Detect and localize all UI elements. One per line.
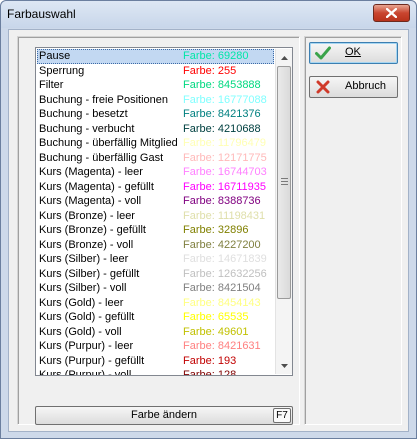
- title-bar[interactable]: Farbauswahl: [1, 1, 416, 28]
- scroll-down-button[interactable]: [276, 357, 292, 374]
- checkmark-icon: [315, 46, 331, 60]
- color-list-item[interactable]: Kurs (Bronze) - gefüllt Farbe: 32896: [37, 223, 274, 238]
- color-item-value: Farbe: 69280: [183, 50, 249, 62]
- color-item-name: Kurs (Bronze) - voll: [39, 238, 134, 251]
- color-item-name: Buchung - überfällig Gast: [39, 151, 164, 164]
- color-list-item[interactable]: Kurs (Silber) - gefüllt Farbe: 12632256: [37, 267, 274, 282]
- color-item-value: Farbe: 65535: [183, 311, 249, 323]
- color-item-value: Farbe: 14671839: [183, 253, 267, 265]
- color-item-value: Farbe: 8421376: [183, 108, 261, 120]
- farbauswahl-dialog: Farbauswahl Pause Farbe: 69280 Sperrung Far…: [0, 0, 417, 439]
- color-item-name: Kurs (Purpur) - voll: [39, 369, 132, 376]
- color-item-value: Farbe: 8454143: [183, 296, 261, 309]
- color-item-name: Kurs (Magenta) - gefüllt: [39, 180, 154, 193]
- color-list-item[interactable]: Buchung - freie Positionen Farbe: 1677708…: [37, 93, 274, 108]
- color-item-value: Farbe: 8421631: [183, 340, 261, 352]
- color-list-panel: Pause Farbe: 69280 Sperrung Farbe: 255 Filte…: [17, 36, 300, 425]
- color-item-name: Kurs (Gold) - gefüllt: [39, 311, 135, 323]
- color-item-name: Kurs (Gold) - leer: [39, 296, 124, 309]
- color-item-name: Kurs (Silber) - gefüllt: [39, 267, 140, 280]
- color-item-name: Kurs (Gold) - voll: [39, 325, 122, 338]
- color-list-item[interactable]: Kurs (Gold) - leer Farbe: 8454143: [37, 296, 274, 311]
- color-item-name: Kurs (Bronze) - gefüllt: [39, 224, 146, 236]
- color-list-item[interactable]: Sperrung Farbe: 255: [37, 64, 274, 79]
- color-item-name: Pause: [39, 50, 71, 62]
- f7-shortcut-badge: F7: [273, 408, 291, 423]
- color-list-item[interactable]: Kurs (Magenta) - voll Farbe: 8388736: [37, 194, 274, 209]
- color-list-item[interactable]: Kurs (Bronze) - voll Farbe: 4227200: [37, 238, 274, 253]
- color-list-item[interactable]: Kurs (Silber) - leer Farbe: 14671839: [37, 252, 274, 267]
- color-list-item[interactable]: Kurs (Bronze) - leer Farbe: 11198431: [37, 209, 274, 224]
- color-item-value: Farbe: 11796479: [183, 137, 266, 149]
- color-item-value: Farbe: 193: [183, 354, 237, 367]
- ok-button[interactable]: OK: [309, 42, 398, 64]
- color-list-item[interactable]: Kurs (Magenta) - gefüllt Farbe: 16711935: [37, 180, 274, 195]
- color-item-name: Sperrung: [39, 64, 85, 77]
- scroll-down-arrow-icon: [280, 363, 288, 368]
- color-list-item[interactable]: Kurs (Magenta) - leer Farbe: 16744703: [37, 165, 274, 180]
- color-item-value: Farbe: 16744703: [183, 166, 267, 178]
- color-item-value: Farbe: 128: [183, 369, 237, 376]
- scroll-up-arrow-icon: [280, 55, 288, 60]
- color-item-value: Farbe: 12171775: [183, 151, 267, 164]
- color-item-value: Farbe: 8421504: [183, 282, 261, 294]
- color-list-item[interactable]: Filter Farbe: 8453888: [37, 78, 274, 93]
- color-item-name: Buchung - freie Positionen: [39, 93, 169, 106]
- color-item-name: Kurs (Purpur) - gefüllt: [39, 354, 145, 367]
- color-list-item[interactable]: Kurs (Silber) - voll Farbe: 8421504: [37, 281, 274, 296]
- color-list-item[interactable]: Kurs (Purpur) - voll Farbe: 128: [37, 368, 274, 376]
- color-item-value: Farbe: 8388736: [183, 195, 261, 207]
- color-item-value: Farbe: 8453888: [183, 79, 261, 91]
- color-list-item[interactable]: Pause Farbe: 69280: [37, 49, 274, 64]
- color-item-value: Farbe: 16711935: [183, 180, 266, 193]
- color-item-value: Farbe: 4227200: [183, 238, 261, 251]
- color-list-item[interactable]: Kurs (Gold) - voll Farbe: 49601: [37, 325, 274, 340]
- color-item-name: Kurs (Silber) - voll: [39, 282, 127, 294]
- close-button[interactable]: [373, 4, 410, 22]
- color-item-value: Farbe: 16777088: [183, 93, 267, 106]
- color-item-name: Buchung - besetzt: [39, 108, 128, 120]
- change-color-label: Farbe ändern: [130, 409, 198, 421]
- color-list-item[interactable]: Buchung - besetzt Farbe: 8421376: [37, 107, 274, 122]
- color-list-item[interactable]: Buchung - überfällig Gast Farbe: 12171775: [37, 151, 274, 166]
- color-item-name: Buchung - verbucht: [39, 122, 135, 135]
- color-item-name: Buchung - überfällig Mitglied: [39, 137, 178, 149]
- change-color-button[interactable]: Farbe ändern F7: [35, 406, 293, 425]
- color-item-value: Farbe: 11198431: [183, 209, 266, 222]
- color-list-item[interactable]: Buchung - überfällig Mitglied Farbe: 1179…: [37, 136, 274, 151]
- vertical-scrollbar[interactable]: [275, 49, 292, 374]
- color-item-value: Farbe: 255: [183, 64, 237, 77]
- window-title: Farbauswahl: [7, 7, 76, 21]
- color-item-value: Farbe: 12632256: [183, 267, 267, 280]
- cancel-label: Abbruch: [345, 80, 386, 92]
- color-listbox[interactable]: Pause Farbe: 69280 Sperrung Farbe: 255 Filte…: [35, 47, 293, 376]
- color-item-name: Kurs (Purpur) - leer: [39, 340, 134, 352]
- color-list-rows: Pause Farbe: 69280 Sperrung Farbe: 255 Filte…: [37, 49, 274, 376]
- color-item-value: Farbe: 4210688: [183, 122, 261, 135]
- color-item-value: Farbe: 49601: [183, 325, 249, 338]
- color-item-name: Kurs (Bronze) - leer: [39, 209, 135, 222]
- cancel-button[interactable]: Abbruch: [309, 76, 398, 98]
- color-item-value: Farbe: 32896: [183, 224, 249, 236]
- scrollbar-grip-icon: [281, 178, 288, 185]
- color-list-item[interactable]: Kurs (Gold) - gefüllt Farbe: 65535: [37, 310, 274, 325]
- color-item-name: Kurs (Magenta) - leer: [39, 166, 143, 178]
- color-item-name: Filter: [39, 79, 64, 91]
- scrollbar-thumb[interactable]: [277, 66, 291, 299]
- cancel-x-icon: [316, 80, 330, 94]
- ok-label: OK: [345, 46, 361, 58]
- color-list-item[interactable]: Kurs (Purpur) - gefüllt Farbe: 193: [37, 354, 274, 369]
- color-list-item[interactable]: Kurs (Purpur) - leer Farbe: 8421631: [37, 339, 274, 354]
- color-item-name: Kurs (Magenta) - voll: [39, 195, 142, 207]
- close-icon: [386, 8, 397, 18]
- color-item-name: Kurs (Silber) - leer: [39, 253, 129, 265]
- color-list-item[interactable]: Buchung - verbucht Farbe: 4210688: [37, 122, 274, 137]
- scroll-up-button[interactable]: [276, 49, 292, 66]
